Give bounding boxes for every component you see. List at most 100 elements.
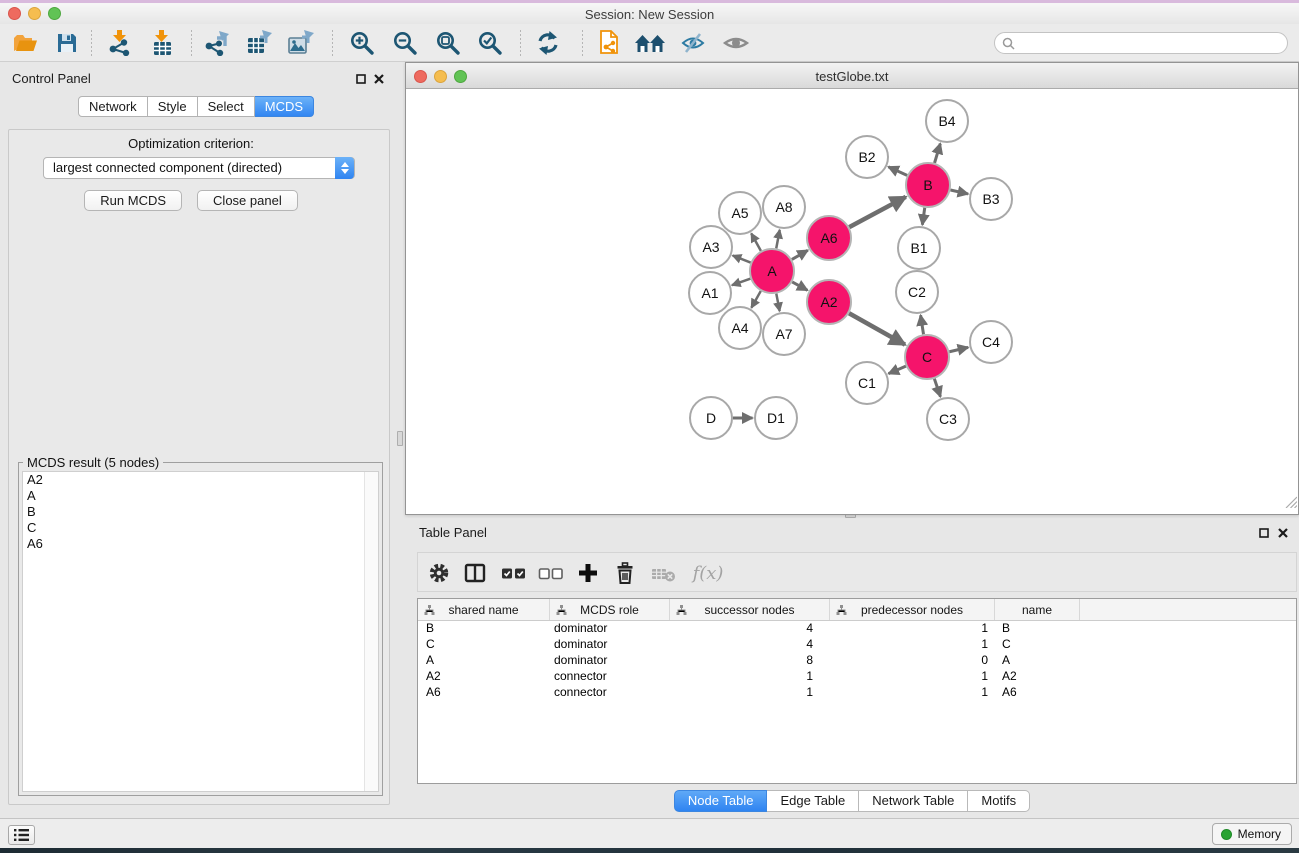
optimization-criterion-select[interactable]: largest connected component (directed) <box>43 157 355 179</box>
delete-table-icon[interactable] <box>650 559 678 587</box>
hide-eye-icon[interactable] <box>679 29 707 57</box>
graph-edge-C-C2[interactable] <box>921 315 924 334</box>
table-cell[interactable]: 4 <box>670 637 830 653</box>
search-field[interactable] <box>994 32 1288 54</box>
table-row[interactable]: Adominator80A <box>418 653 1296 669</box>
graph-edge-A-A4[interactable] <box>751 291 760 308</box>
graph-node-A5[interactable]: A5 <box>719 192 761 234</box>
add-column-icon[interactable] <box>574 559 602 587</box>
tab-network-table[interactable]: Network Table <box>859 790 968 812</box>
table-row[interactable]: A2connector11A2 <box>418 669 1296 685</box>
graph-edge-B-B2[interactable] <box>888 167 907 176</box>
graph-node-B[interactable]: B <box>906 163 950 207</box>
graph-node-A[interactable]: A <box>750 249 794 293</box>
graph-edge-B-B4[interactable] <box>935 144 941 163</box>
graph-node-B1[interactable]: B1 <box>898 227 940 269</box>
graph-edge-A-A6[interactable] <box>792 250 808 259</box>
table-cell[interactable]: 8 <box>670 653 830 669</box>
table-cell[interactable]: 1 <box>670 685 830 701</box>
column-header-successor-nodes[interactable]: successor nodes <box>670 599 830 620</box>
table-cell[interactable]: 1 <box>830 685 995 701</box>
graph-edge-A-A7[interactable] <box>776 294 779 312</box>
graph-edge-A-A5[interactable] <box>751 233 761 251</box>
table-cell[interactable]: A <box>995 653 1080 669</box>
graph-node-A2[interactable]: A2 <box>807 280 851 324</box>
table-cell[interactable]: B <box>418 621 550 637</box>
table-cell[interactable]: A6 <box>418 685 550 701</box>
columns-icon[interactable] <box>461 559 489 587</box>
tab-style[interactable]: Style <box>148 96 198 117</box>
float-table-panel-icon[interactable] <box>1258 527 1270 539</box>
graph-edge-C-C4[interactable] <box>949 347 968 351</box>
mcds-result-item[interactable]: A6 <box>23 536 378 552</box>
resize-grip-icon[interactable] <box>1284 495 1297 513</box>
table-cell[interactable]: 1 <box>830 637 995 653</box>
column-header-shared-name[interactable]: shared name <box>418 599 550 620</box>
graph-node-D1[interactable]: D1 <box>755 397 797 439</box>
table-cell[interactable]: 1 <box>670 669 830 685</box>
table-cell[interactable]: C <box>418 637 550 653</box>
refresh-icon[interactable] <box>534 29 562 57</box>
table-cell[interactable]: connector <box>550 669 670 685</box>
close-panel-button[interactable]: Close panel <box>197 190 298 211</box>
network-window-titlebar[interactable]: testGlobe.txt <box>406 63 1298 89</box>
node-table[interactable]: shared name MCDS role successor nodes pr… <box>417 598 1297 784</box>
graph-edge-A2-C[interactable] <box>849 313 905 344</box>
export-table-icon[interactable] <box>245 29 273 57</box>
graph-edge-A6-B[interactable] <box>849 197 905 227</box>
zoom-selected-icon[interactable] <box>476 29 504 57</box>
home-icon[interactable] <box>634 29 666 57</box>
run-mcds-button[interactable]: Run MCDS <box>84 190 182 211</box>
graph-node-A7[interactable]: A7 <box>763 313 805 355</box>
tab-motifs[interactable]: Motifs <box>968 790 1030 812</box>
network-document-icon[interactable] <box>596 29 624 57</box>
graph-edge-C-C1[interactable] <box>889 366 906 374</box>
open-session-icon[interactable] <box>11 29 39 57</box>
graph-node-D[interactable]: D <box>690 397 732 439</box>
table-cell[interactable]: dominator <box>550 621 670 637</box>
deselect-all-checkboxes-icon[interactable] <box>537 559 565 587</box>
close-table-panel-icon[interactable] <box>1277 527 1289 539</box>
export-image-icon[interactable] <box>286 29 314 57</box>
table-cell[interactable]: A6 <box>995 685 1080 701</box>
mcds-result-item[interactable]: C <box>23 520 378 536</box>
table-cell[interactable]: B <box>995 621 1080 637</box>
vertical-splitter-handle[interactable] <box>397 431 403 446</box>
mcds-result-item[interactable]: A2 <box>23 472 378 488</box>
graph-node-B4[interactable]: B4 <box>926 100 968 142</box>
import-table-icon[interactable] <box>148 29 176 57</box>
graph-edge-A-A1[interactable] <box>732 279 750 286</box>
graph-node-A4[interactable]: A4 <box>719 307 761 349</box>
network-canvas[interactable]: B4B2BB3A5A8A6B1A3AC2A1A2A4A7C4CC1C3DD1 <box>406 90 1298 514</box>
column-header-name[interactable]: name <box>995 599 1080 620</box>
graph-edge-C-C3[interactable] <box>934 379 940 397</box>
graph-node-C4[interactable]: C4 <box>970 321 1012 363</box>
graph-node-A1[interactable]: A1 <box>689 272 731 314</box>
table-cell[interactable]: 0 <box>830 653 995 669</box>
graph-node-B3[interactable]: B3 <box>970 178 1012 220</box>
graph-node-B2[interactable]: B2 <box>846 136 888 178</box>
table-cell[interactable]: A <box>418 653 550 669</box>
import-network-icon[interactable] <box>106 29 134 57</box>
graph-node-C[interactable]: C <box>905 335 949 379</box>
graph-node-A6[interactable]: A6 <box>807 216 851 260</box>
column-header-mcds-role[interactable]: MCDS role <box>550 599 670 620</box>
graph-node-A8[interactable]: A8 <box>763 186 805 228</box>
graph-node-C1[interactable]: C1 <box>846 362 888 404</box>
table-cell[interactable]: A2 <box>995 669 1080 685</box>
tab-network[interactable]: Network <box>78 96 148 117</box>
gear-icon[interactable] <box>425 559 453 587</box>
table-cell[interactable]: C <box>995 637 1080 653</box>
mcds-result-list[interactable]: A2ABCA6 <box>22 471 379 792</box>
search-input[interactable] <box>1015 34 1287 52</box>
zoom-in-icon[interactable] <box>348 29 376 57</box>
zoom-out-icon[interactable] <box>391 29 419 57</box>
table-cell[interactable]: connector <box>550 685 670 701</box>
graph-edge-A-A2[interactable] <box>792 282 807 290</box>
close-panel-icon[interactable] <box>373 73 385 85</box>
float-panel-icon[interactable] <box>355 73 367 85</box>
select-all-checkboxes-icon[interactable] <box>500 559 528 587</box>
graph-edge-A-A3[interactable] <box>733 256 751 263</box>
mcds-result-item[interactable]: A <box>23 488 378 504</box>
scrollbar[interactable] <box>364 472 378 791</box>
